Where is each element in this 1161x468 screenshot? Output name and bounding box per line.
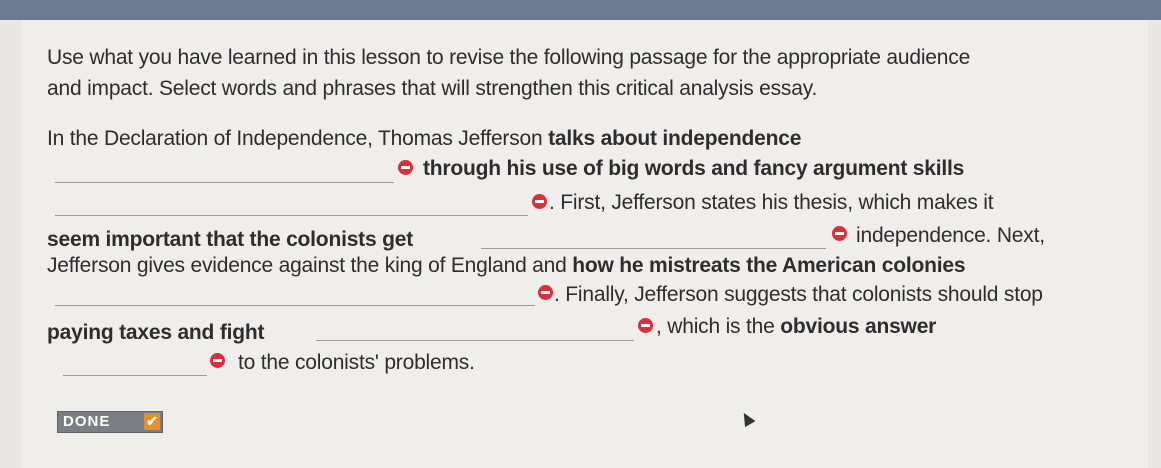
passage-line-1: In the Declaration of Independence, Thom… [47,127,801,151]
answer-blank-4[interactable] [55,305,535,306]
remove-answer-6-icon[interactable] [210,353,225,368]
selectable-phrase-5[interactable]: paying taxes and fight [47,321,265,345]
remove-answer-5-icon[interactable] [638,318,653,333]
passage-line-5: Jefferson gives evidence against the kin… [47,254,966,278]
passage-text: . First, Jefferson states his thesis, wh… [549,191,994,214]
done-button[interactable]: DONE ✔ [57,411,163,433]
passage-line-7-end: , which is the obvious answer [656,315,936,339]
remove-answer-4-icon[interactable] [538,285,553,300]
selectable-phrase-3[interactable]: seem important that the colonists get [47,228,413,252]
instructions-line-1: Use what you have learned in this lesson… [47,46,971,69]
top-bar [0,0,1161,20]
done-button-label: DONE [63,413,111,430]
selectable-phrase-2[interactable]: through his use of big words and fancy a… [423,157,964,181]
answer-blank-1[interactable] [55,182,394,183]
remove-answer-1-icon[interactable] [398,160,413,175]
passage-text: In the Declaration of Independence, Thom… [47,127,549,150]
passage-text: Jefferson gives evidence against the kin… [47,254,573,277]
answer-blank-6[interactable] [63,375,207,376]
selectable-phrase-4[interactable]: how he mistreats the American colonies [572,254,965,277]
passage-text: independence. Next, [856,224,1045,247]
instructions-line-2: and impact. Select words and phrases tha… [47,77,818,100]
answer-blank-5[interactable] [316,340,634,341]
passage-text: , which is the [656,315,781,338]
checkmark-icon: ✔ [144,413,160,430]
answer-blank-3[interactable] [481,248,826,249]
answer-blank-2[interactable] [55,215,528,216]
passage-text: . Finally, Jefferson suggests that colon… [554,283,1043,306]
remove-answer-3-icon[interactable] [832,226,847,241]
remove-answer-2-icon[interactable] [532,194,547,209]
selectable-phrase-1[interactable]: talks about independence [548,127,801,150]
selectable-phrase-6[interactable]: obvious answer [780,315,936,338]
passage-text: to the colonists' problems. [238,351,475,374]
